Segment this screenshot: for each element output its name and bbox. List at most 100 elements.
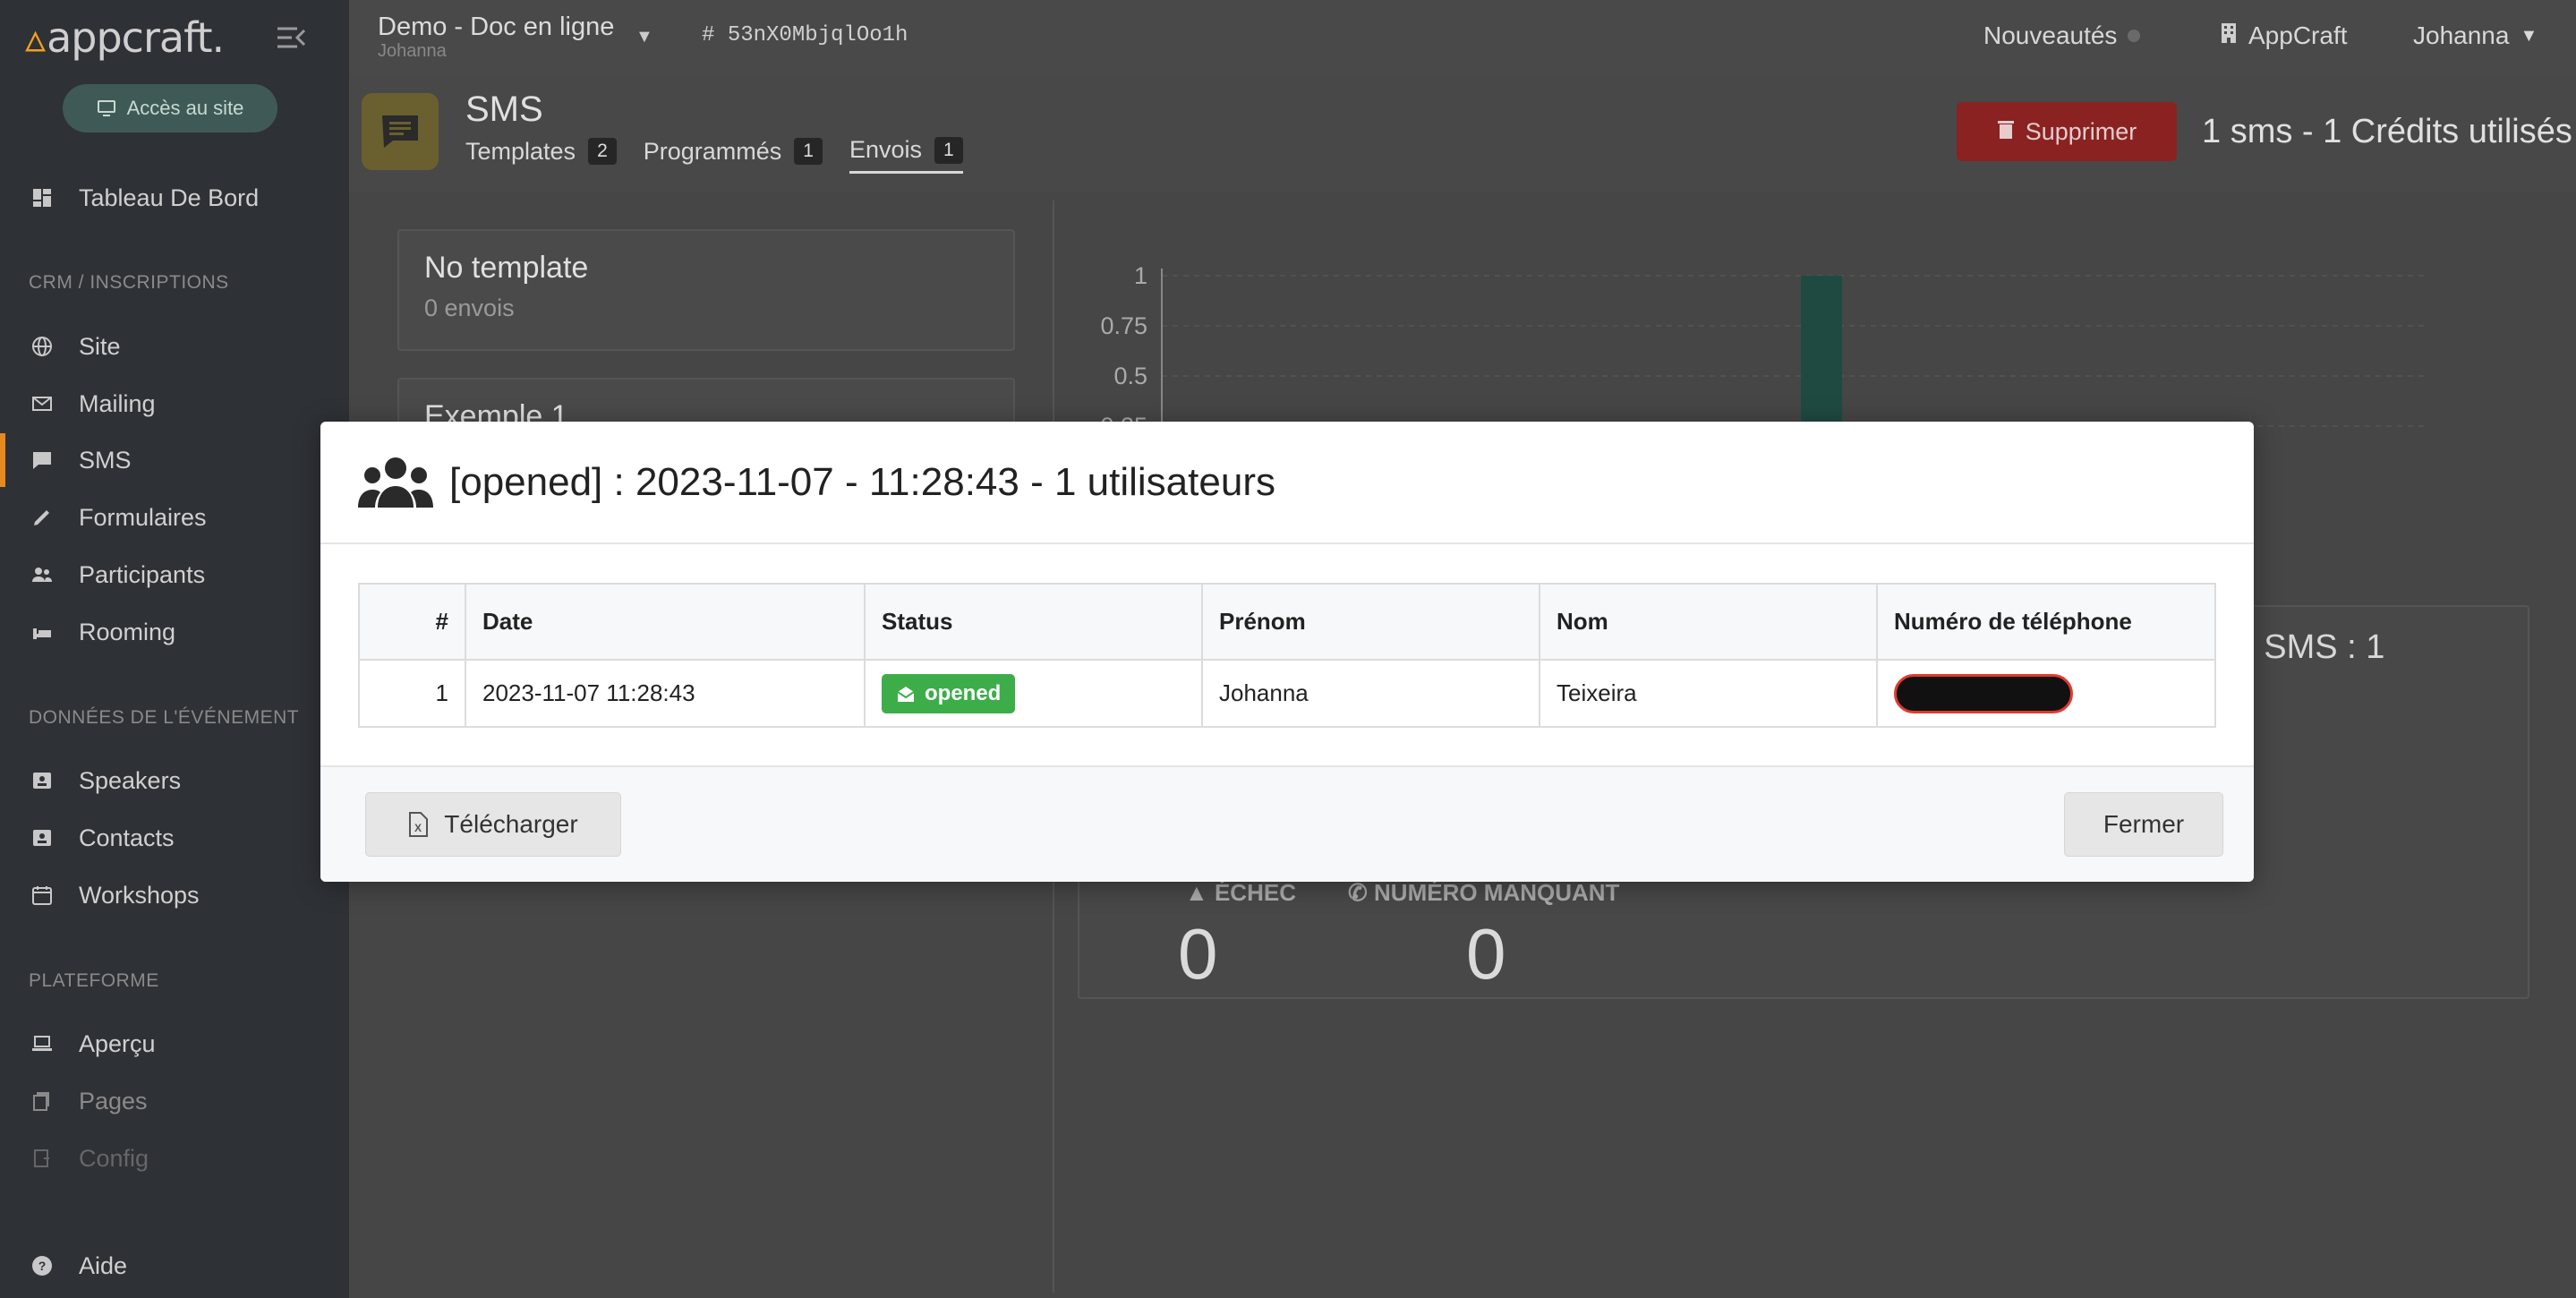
y-tick-label: 0.75 bbox=[1100, 312, 1147, 339]
status-badge: opened bbox=[882, 673, 1016, 713]
sidebar-item-mailing[interactable]: Mailing bbox=[0, 377, 349, 431]
org-link[interactable]: AppCraft bbox=[2220, 21, 2348, 50]
building-icon bbox=[2220, 21, 2238, 50]
people-icon bbox=[30, 563, 54, 586]
modal-header: [opened] : 2023-11-07 - 11:28:43 - 1 uti… bbox=[320, 422, 2254, 544]
collapse-sidebar-icon[interactable] bbox=[274, 20, 310, 56]
column-header-date[interactable]: Date bbox=[465, 585, 866, 661]
template-name: No template bbox=[424, 251, 589, 285]
trash-icon bbox=[1997, 118, 2015, 146]
sidebar-item-label: Tableau De Bord bbox=[79, 184, 260, 211]
template-send-count: 0 envois bbox=[424, 295, 515, 321]
tab-label: Programmés bbox=[643, 137, 782, 165]
project-id-value: 53nX0MbjqlOo1h bbox=[727, 23, 908, 47]
row-last-name: Teixeira bbox=[1540, 660, 1878, 726]
user-menu[interactable]: Johanna ▼ bbox=[2413, 21, 2538, 50]
svg-text:?: ? bbox=[38, 1259, 47, 1273]
sidebar-item-site[interactable]: Site bbox=[0, 320, 349, 373]
sidebar-item-rooming[interactable]: Rooming bbox=[0, 605, 349, 659]
globe-icon bbox=[30, 335, 54, 358]
sidebar: ▵ appcraft. Accès au site Tableau De Bor… bbox=[0, 0, 349, 1298]
column-header-first-name[interactable]: Prénom bbox=[1202, 585, 1540, 661]
news-label: Nouveautés bbox=[1983, 21, 2118, 49]
download-button[interactable]: X Télécharger bbox=[365, 792, 621, 857]
contact-card-icon bbox=[30, 826, 54, 850]
sidebar-item-label: Contacts bbox=[79, 824, 175, 851]
news-link[interactable]: Nouveautés bbox=[1983, 21, 2141, 50]
sidebar-item-label: Aperçu bbox=[79, 1029, 156, 1057]
appcraft-logo[interactable]: ▵ appcraft. bbox=[25, 13, 225, 63]
section-crm: CRM / INSCRIPTIONS bbox=[29, 272, 229, 293]
table-row: 1 2023-11-07 11:28:43 opened Johanna Tei… bbox=[360, 660, 2214, 726]
modal-footer: X Télécharger Fermer bbox=[320, 765, 2254, 882]
users-group-icon bbox=[358, 457, 433, 508]
tab-scheduled[interactable]: Programmés 1 bbox=[644, 136, 823, 174]
column-header-status[interactable]: Status bbox=[865, 585, 1203, 661]
svg-text:X: X bbox=[414, 822, 422, 834]
column-header-index[interactable]: # bbox=[360, 585, 466, 661]
chevron-down-icon[interactable]: ▼ bbox=[635, 27, 653, 47]
row-index: 1 bbox=[360, 660, 466, 726]
sidebar-item-label: Mailing bbox=[79, 389, 156, 417]
logo-text: appcraft. bbox=[47, 13, 225, 62]
stat-label-failure: ▲ ÉCHEC bbox=[1185, 879, 1296, 907]
sidebar-item-help[interactable]: ? Aide bbox=[0, 1239, 349, 1293]
sidebar-item-label: Config bbox=[79, 1144, 149, 1172]
calendar-icon bbox=[30, 884, 54, 907]
site-access-button[interactable]: Accès au site bbox=[63, 84, 277, 132]
row-first-name: Johanna bbox=[1202, 660, 1540, 726]
sidebar-item-pages[interactable]: Pages bbox=[0, 1074, 349, 1128]
column-header-phone[interactable]: Numéro de téléphone bbox=[1877, 585, 2214, 661]
warning-icon: ▲ bbox=[1185, 879, 1215, 906]
row-phone bbox=[1877, 660, 2214, 726]
org-label: AppCraft bbox=[2248, 21, 2348, 49]
tab-sends[interactable]: Envois 1 bbox=[849, 136, 963, 174]
delete-label: Supprimer bbox=[2025, 117, 2137, 145]
sidebar-item-speakers[interactable]: Speakers bbox=[0, 754, 349, 807]
stat-value-missing-number: 0 bbox=[1466, 914, 1506, 994]
sidebar-item-workshops[interactable]: Workshops bbox=[0, 868, 349, 922]
delete-button[interactable]: Supprimer bbox=[1957, 102, 2177, 161]
send-chart: 1 0.75 0.5 0.25 bbox=[1100, 262, 2424, 440]
sidebar-item-label: Participants bbox=[79, 560, 206, 588]
tab-label: Envois bbox=[849, 136, 923, 163]
count-badge: 1 bbox=[934, 136, 963, 164]
notification-dot-icon bbox=[2128, 30, 2141, 42]
hash-icon: # bbox=[702, 23, 728, 47]
section-platform: PLATEFORME bbox=[29, 970, 159, 991]
row-date: 2023-11-07 11:28:43 bbox=[465, 660, 866, 726]
project-selector[interactable]: Demo - Doc en ligne bbox=[378, 13, 614, 42]
user-name: Johanna bbox=[2413, 21, 2510, 49]
laptop-icon bbox=[30, 1032, 54, 1055]
table-header-row: # Date Status Prénom Nom Numéro de télép… bbox=[360, 585, 2214, 661]
recipients-table: # Date Status Prénom Nom Numéro de télép… bbox=[358, 583, 2216, 728]
stat-label-text: ÉCHEC bbox=[1214, 879, 1296, 906]
tab-templates[interactable]: Templates 2 bbox=[465, 136, 617, 174]
sidebar-item-label: Aide bbox=[79, 1251, 128, 1279]
config-icon bbox=[30, 1147, 54, 1170]
phone-icon: ✆ bbox=[1348, 879, 1375, 906]
sidebar-item-config[interactable]: Config bbox=[0, 1131, 349, 1185]
sidebar-item-preview[interactable]: Aperçu bbox=[0, 1017, 349, 1071]
sidebar-item-contacts[interactable]: Contacts bbox=[0, 811, 349, 865]
sidebar-item-sms[interactable]: SMS bbox=[0, 433, 349, 487]
tab-label: Templates bbox=[465, 137, 576, 165]
sidebar-item-label: Rooming bbox=[79, 618, 176, 645]
stat-label-text: NUMÉRO MANQUANT bbox=[1374, 879, 1620, 906]
sidebar-item-label: Workshops bbox=[79, 881, 200, 909]
section-event-data: DONNÉES DE L'ÉVÉNEMENT bbox=[29, 707, 300, 728]
close-button[interactable]: Fermer bbox=[2064, 792, 2223, 857]
stat-value-failure: 0 bbox=[1178, 914, 1218, 994]
page-title: SMS bbox=[465, 90, 543, 129]
sidebar-item-label: Formulaires bbox=[79, 503, 207, 531]
sidebar-item-forms[interactable]: Formulaires bbox=[0, 491, 349, 544]
template-card[interactable]: No template 0 envois bbox=[397, 229, 1015, 351]
sidebar-item-participants[interactable]: Participants bbox=[0, 548, 349, 602]
sms-count-label: SMS : 1 bbox=[2264, 628, 2385, 666]
id-card-icon bbox=[30, 769, 54, 792]
chart-gridlines bbox=[1162, 275, 2424, 427]
column-header-last-name[interactable]: Nom bbox=[1540, 585, 1878, 661]
sidebar-item-dashboard[interactable]: Tableau De Bord bbox=[0, 171, 349, 225]
chevron-down-icon: ▼ bbox=[2520, 25, 2538, 46]
logo-mark-icon: ▵ bbox=[25, 13, 46, 62]
